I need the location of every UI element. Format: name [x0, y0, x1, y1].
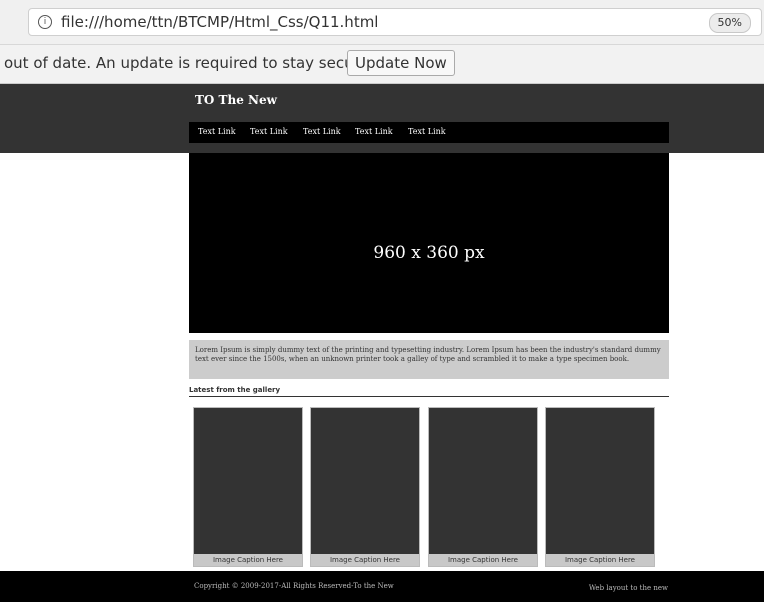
banner-label: 960 x 360 px: [373, 243, 485, 263]
site-footer: Copyright © 2009-2017-All Rights Reserve…: [0, 571, 764, 602]
site-brand[interactable]: TO The New: [195, 93, 277, 107]
gallery-item[interactable]: Image Caption Here: [310, 407, 420, 567]
gallery-title: Latest from the gallery: [189, 386, 669, 397]
gallery-image[interactable]: [194, 408, 302, 554]
address-bar[interactable]: i file:///home/ttn/BTCMP/Html_Css/Q11.ht…: [28, 8, 762, 36]
update-message: out of date. An update is required to st…: [4, 54, 374, 72]
zoom-badge[interactable]: 50%: [708, 13, 751, 33]
gallery-item[interactable]: Image Caption Here: [428, 407, 538, 567]
intro-text: Lorem Ipsum is simply dummy text of the …: [189, 340, 669, 379]
nav-link-1[interactable]: Text Link: [198, 127, 236, 136]
footer-credit: Web layout to the new: [588, 584, 668, 592]
update-now-button[interactable]: Update Now: [347, 50, 455, 76]
footer-copyright: Copyright © 2009-2017-All Rights Reserve…: [194, 582, 394, 590]
url-text[interactable]: file:///home/ttn/BTCMP/Html_Css/Q11.html: [61, 13, 378, 31]
update-notification-bar: out of date. An update is required to st…: [0, 45, 764, 84]
info-icon[interactable]: i: [38, 15, 52, 29]
gallery-caption: Image Caption Here: [329, 556, 400, 564]
gallery-item[interactable]: Image Caption Here: [545, 407, 655, 567]
nav-link-5[interactable]: Text Link: [408, 127, 446, 136]
nav-link-4[interactable]: Text Link: [355, 127, 393, 136]
nav-link-3[interactable]: Text Link: [303, 127, 341, 136]
gallery-caption: Image Caption Here: [564, 556, 635, 564]
nav-bar: Text Link Text Link Text Link Text Link …: [189, 122, 669, 143]
nav-link-2[interactable]: Text Link: [250, 127, 288, 136]
gallery-caption: Image Caption Here: [212, 556, 283, 564]
gallery-item[interactable]: Image Caption Here: [193, 407, 303, 567]
hero-banner: 960 x 360 px: [189, 153, 669, 333]
gallery-image[interactable]: [311, 408, 419, 554]
gallery-image[interactable]: [546, 408, 654, 554]
browser-toolbar: i file:///home/ttn/BTCMP/Html_Css/Q11.ht…: [0, 0, 764, 45]
gallery-caption: Image Caption Here: [447, 556, 518, 564]
site-header: TO The New Text Link Text Link Text Link…: [0, 84, 764, 153]
gallery-image[interactable]: [429, 408, 537, 554]
